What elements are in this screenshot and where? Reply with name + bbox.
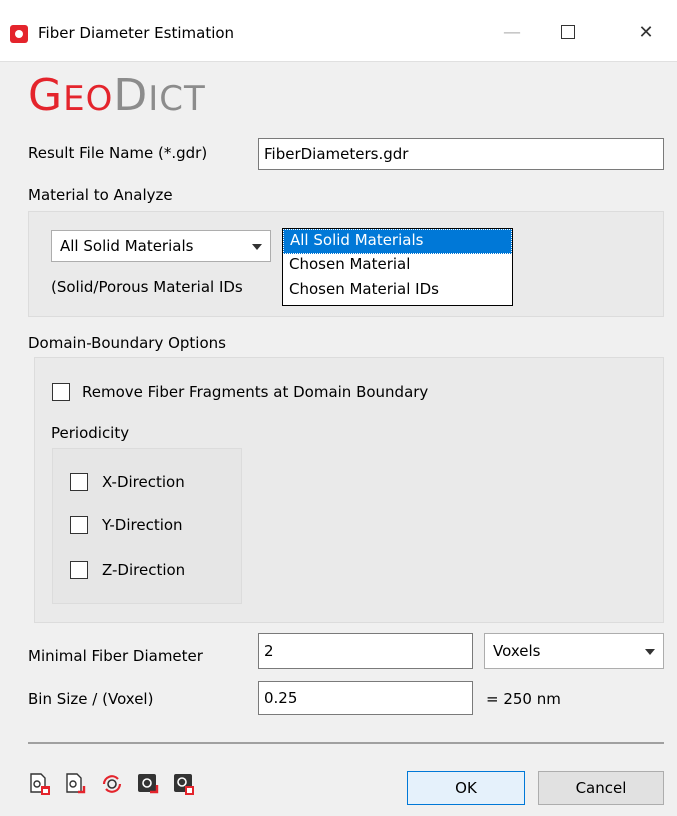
z-direction-checkbox[interactable] (70, 561, 88, 579)
result-file-input[interactable]: FiberDiameters.gdr (258, 138, 664, 170)
reset-settings-icon[interactable] (100, 772, 124, 796)
load-settings-icon[interactable] (64, 772, 88, 796)
bin-size-converted: = 250 nm (486, 690, 561, 708)
app-icon (10, 25, 28, 43)
maximize-button[interactable] (546, 12, 590, 52)
result-file-label: Result File Name (*.gdr) (28, 144, 208, 162)
x-direction-checkbox[interactable] (70, 473, 88, 491)
logo-geo-initial: G (28, 70, 64, 121)
material-combo-value: All Solid Materials (60, 237, 194, 255)
close-button[interactable]: ✕ (624, 12, 668, 52)
unit-combo-value: Voxels (493, 642, 541, 660)
material-dropdown-list[interactable]: All Solid Materials Chosen Material Chos… (282, 228, 513, 306)
window-title: Fiber Diameter Estimation (38, 24, 235, 42)
dropdown-option[interactable]: Chosen Material (283, 254, 512, 279)
bin-size-label: Bin Size / (Voxel) (28, 690, 154, 708)
material-section-label: Material to Analyze (28, 186, 173, 204)
material-ids-note: (Solid/Porous Material IDs (51, 278, 243, 296)
macro-icon[interactable] (136, 772, 160, 796)
material-combo[interactable]: All Solid Materials (51, 230, 271, 262)
help-settings-icon[interactable] (172, 772, 196, 796)
min-diameter-label: Minimal Fiber Diameter (28, 647, 203, 665)
unit-combo[interactable]: Voxels (484, 633, 664, 669)
ok-button[interactable]: OK (407, 771, 525, 805)
logo-dict-rest: ICT (148, 79, 206, 119)
save-settings-icon[interactable] (28, 772, 52, 796)
dropdown-option[interactable]: Chosen Material IDs (283, 279, 512, 304)
chevron-down-icon (645, 649, 655, 655)
min-diameter-input[interactable]: 2 (258, 633, 473, 669)
remove-fragments-checkbox[interactable] (52, 383, 70, 401)
separator (28, 742, 664, 744)
logo-geo-rest: EO (63, 79, 114, 119)
x-direction-label: X-Direction (102, 473, 185, 491)
periodicity-label: Periodicity (51, 424, 130, 442)
dropdown-option[interactable]: All Solid Materials (283, 229, 512, 254)
domain-section-label: Domain-Boundary Options (28, 334, 226, 352)
z-direction-label: Z-Direction (102, 561, 186, 579)
title-bar: Fiber Diameter Estimation — ✕ (0, 0, 677, 62)
geodict-logo: GEODICT (28, 74, 206, 118)
minimize-button[interactable]: — (490, 12, 534, 52)
maximize-icon (561, 25, 575, 39)
chevron-down-icon (252, 244, 262, 250)
remove-fragments-label: Remove Fiber Fragments at Domain Boundar… (82, 383, 429, 401)
logo-dict-initial: D (113, 70, 149, 121)
cancel-button[interactable]: Cancel (538, 771, 664, 805)
y-direction-checkbox[interactable] (70, 516, 88, 534)
y-direction-label: Y-Direction (102, 516, 183, 534)
bin-size-input[interactable]: 0.25 (258, 681, 473, 715)
